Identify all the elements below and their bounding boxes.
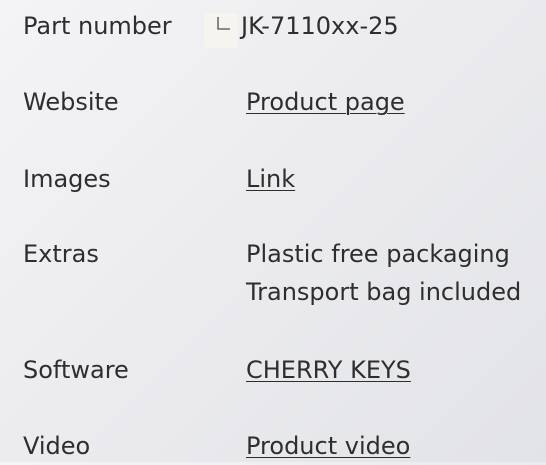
spec-label-images: Images [23, 165, 111, 193]
spec-value-website: Product page [246, 83, 405, 121]
spec-value-video: Product video [246, 427, 410, 465]
spec-value-extras: Plastic free packaging Transport bag inc… [246, 235, 521, 311]
extras-line-transport-bag: Transport bag included [246, 278, 522, 306]
spec-value-part-number: JK-7110xx-25 [241, 12, 399, 40]
images-link[interactable]: Link [246, 165, 295, 193]
spec-label-part-number: Part number [23, 12, 172, 40]
spec-value-software: CHERRY KEYS [246, 351, 411, 389]
spec-label-extras: Extras [23, 240, 99, 268]
product-page-link[interactable]: Product page [246, 88, 405, 116]
copy-corner-icon[interactable] [204, 13, 238, 48]
product-video-link[interactable]: Product video [246, 432, 410, 460]
extras-line-packaging: Plastic free packaging [246, 240, 510, 268]
spec-label-software: Software [23, 356, 129, 384]
spec-value-images: Link [246, 160, 295, 198]
spec-label-video: Video [23, 432, 91, 460]
spec-label-website: Website [23, 88, 119, 116]
cherry-keys-link[interactable]: CHERRY KEYS [246, 356, 411, 384]
